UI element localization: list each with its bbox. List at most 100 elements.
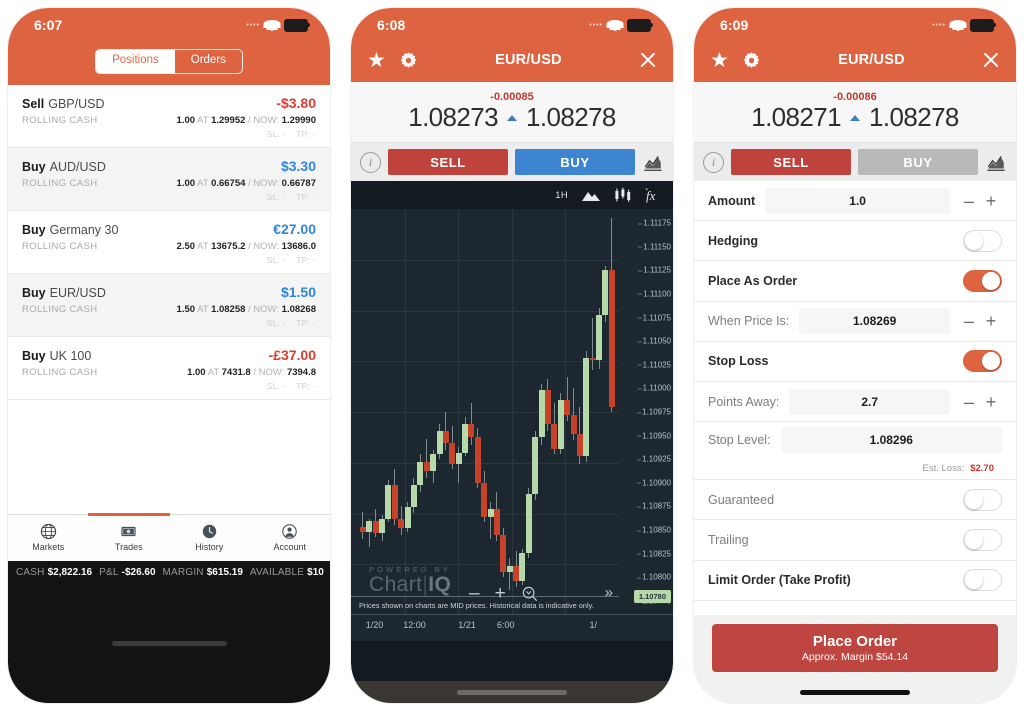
status-bar-indicators: •••• [246, 18, 310, 32]
table-row[interactable]: Buy UK 100 -£37.00 ROLLING CASH 1.00 AT 7431… [8, 337, 330, 400]
now-label: / NOW: [248, 304, 280, 315]
table-row[interactable]: Sell GBP/USD -$3.80 ROLLING CASH 1.00 AT 1.2… [8, 85, 330, 148]
home-indicator-area [694, 681, 1016, 703]
stop-loss-toggle[interactable] [963, 350, 1002, 373]
sidebar-item-markets[interactable]: Markets [8, 515, 89, 561]
when-price-decrement-button[interactable]: – [958, 312, 980, 330]
position-direction: Buy [22, 160, 46, 174]
chart-y-tick: 1.11150 [638, 242, 671, 252]
chart-zoom-controls[interactable]: – + [469, 584, 538, 603]
at-label: AT [197, 115, 209, 126]
chart-body[interactable]: 1.11175 1.11150 1.11125 1.11100 1.11075 1.110… [351, 209, 673, 641]
hedging-toggle[interactable] [963, 229, 1002, 252]
chart-y-tick: 1.10950 [637, 431, 671, 441]
trailing-toggle[interactable] [963, 528, 1002, 551]
instrument-header: ★ EUR/USD [351, 38, 673, 82]
position-sub: ROLLING CASH 1.00 AT 0.66754 / NOW: 0.667… [22, 178, 316, 189]
account-metric-value: $615.19 [206, 567, 243, 578]
limit-order-toggle[interactable] [963, 569, 1002, 592]
info-icon[interactable]: i [703, 151, 724, 173]
tab-orders[interactable]: Orders [175, 50, 242, 72]
when-price-is-input[interactable]: 1.08269 [799, 308, 950, 335]
fast-forward-icon[interactable]: » [605, 584, 613, 601]
sidebar-item-account[interactable]: Account [250, 515, 331, 561]
position-size: 1.50 [176, 304, 196, 315]
gear-icon[interactable] [399, 51, 418, 70]
screenshot-stage: 6:07 •••• Positions Orders Sell GBP/USD -$… [0, 0, 1024, 711]
positions-list[interactable]: Sell GBP/USD -$3.80 ROLLING CASH 1.00 AT 1.2… [8, 85, 330, 514]
chart-icon[interactable] [642, 153, 664, 172]
place-order-button[interactable]: Place Order Approx. Margin $54.14 [712, 624, 998, 672]
amount-increment-button[interactable]: + [980, 192, 1002, 210]
home-indicator [800, 689, 910, 695]
guaranteed-toggle[interactable] [963, 488, 1002, 511]
chart-toolbar[interactable]: 1H fx * [351, 181, 673, 209]
close-icon[interactable] [982, 51, 1000, 69]
chart-y-tick: 1.11075 [637, 313, 671, 323]
chart-timeframe[interactable]: 1H [555, 190, 568, 201]
sidebar-item-history[interactable]: History [169, 515, 250, 561]
est-loss-row: Est. Loss: $2.70 [694, 458, 1016, 481]
home-indicator-area [351, 681, 673, 703]
when-price-is-row[interactable]: When Price Is: 1.08269 – + [694, 302, 1016, 342]
status-bar: 6:09 •••• [694, 8, 1016, 38]
sidebar-item-trades[interactable]: Trades [89, 515, 170, 561]
info-icon[interactable]: i [360, 151, 381, 173]
guaranteed-row[interactable]: Guaranteed [694, 480, 1016, 521]
points-away-decrement-button[interactable]: – [958, 393, 980, 411]
table-row[interactable]: Buy Germany 30 €27.00 ROLLING CASH 2.50 AT 1… [8, 211, 330, 274]
stop-level-label: Stop Level: [708, 433, 771, 448]
candlestick [544, 209, 551, 615]
star-icon[interactable]: ★ [710, 50, 729, 71]
chart-y-tick: 1.10975 [637, 407, 671, 417]
candlestick [442, 209, 449, 615]
price-chart[interactable]: 1H fx * 1.11175 1.11150 1.11125 1.11100 … [351, 181, 673, 641]
place-as-order-toggle[interactable] [963, 269, 1002, 292]
hedging-row[interactable]: Hedging [694, 221, 1016, 262]
signal-dots-icon: •••• [932, 21, 946, 29]
zoom-in-button[interactable]: + [495, 584, 506, 603]
when-price-increment-button[interactable]: + [980, 312, 1002, 330]
zoom-out-button[interactable]: – [469, 584, 480, 603]
limit-order-row[interactable]: Limit Order (Take Profit) [694, 561, 1016, 601]
buy-button[interactable]: BUY [515, 149, 635, 175]
table-row[interactable]: Buy EUR/USD $1.50 ROLLING CASH 1.50 AT 1.082… [8, 274, 330, 337]
chart-icon[interactable] [985, 153, 1007, 172]
segmented-control[interactable]: Positions Orders [95, 49, 243, 74]
table-row[interactable]: Buy AUD/USD $3.30 ROLLING CASH 1.00 AT 0.667… [8, 148, 330, 211]
person-icon [282, 524, 297, 539]
trailing-row[interactable]: Trailing [694, 520, 1016, 561]
wifi-icon [606, 19, 624, 31]
position-open: 7431.8 [221, 367, 251, 378]
amount-row[interactable]: Amount 1.0 – + [694, 181, 1016, 222]
stop-loss-row[interactable]: Stop Loss [694, 342, 1016, 382]
page-title: EUR/USD [495, 52, 562, 68]
amount-decrement-button[interactable]: – [958, 192, 980, 210]
gear-icon[interactable] [742, 51, 761, 70]
points-away-row[interactable]: Points Away: 2.7 – + [694, 382, 1016, 423]
banknote-icon [121, 526, 136, 537]
fx-studies-icon[interactable]: fx * [645, 187, 661, 203]
trade-action-bar: i SELL BUY [351, 143, 673, 181]
page-title: EUR/USD [838, 52, 905, 68]
mountain-chart-icon[interactable] [581, 188, 601, 202]
position-instrument: Germany 30 [49, 223, 119, 237]
tab-label-history: History [195, 542, 224, 552]
points-away-increment-button[interactable]: + [980, 393, 1002, 411]
zoom-reset-icon[interactable] [521, 585, 538, 602]
amount-input[interactable]: 1.0 [765, 187, 950, 214]
sell-button[interactable]: SELL [388, 149, 508, 175]
close-icon[interactable] [639, 51, 657, 69]
bottom-tab-bar[interactable]: Markets Trades History Account [8, 512, 331, 561]
points-away-input[interactable]: 2.7 [789, 388, 950, 415]
candlestick-icon[interactable] [614, 187, 632, 203]
tab-positions[interactable]: Positions [96, 50, 175, 73]
place-as-order-row[interactable]: Place As Order [694, 261, 1016, 302]
chart-plot-area[interactable] [351, 209, 619, 615]
sell-button[interactable]: SELL [731, 149, 851, 175]
account-summary-bar: CASH $2,822.16 P&L -$26.60 MARGIN $615.19 AVAI… [8, 560, 330, 585]
order-form[interactable]: Amount 1.0 – + Hedging Place As Order Wh… [694, 181, 1016, 615]
position-now: 1.08268 [281, 304, 316, 315]
star-icon[interactable]: ★ [367, 50, 386, 71]
buy-button[interactable]: BUY [858, 149, 978, 175]
